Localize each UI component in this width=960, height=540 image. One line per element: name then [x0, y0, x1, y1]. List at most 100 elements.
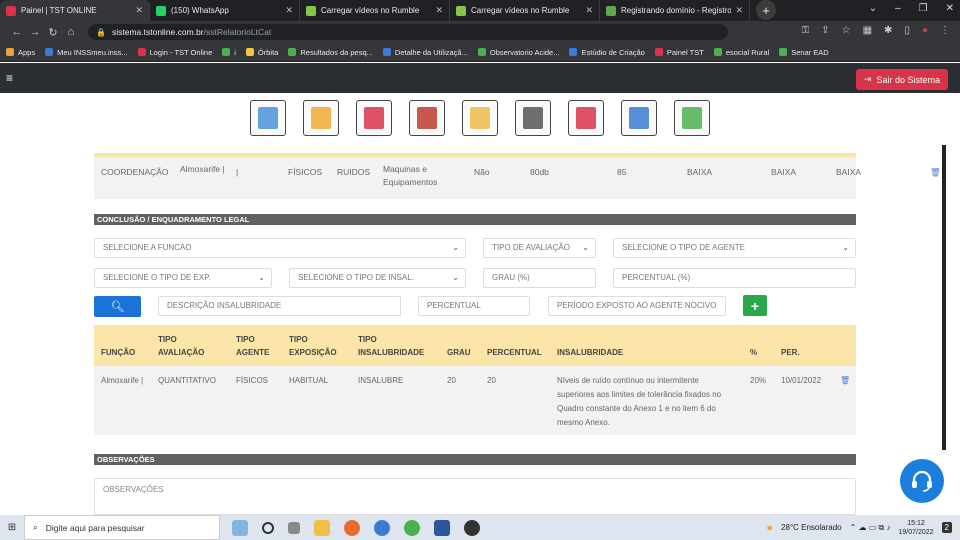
more-icon[interactable]: ⋮: [940, 25, 950, 36]
browser-tab[interactable]: Carregar vídeos no Rumble ✕: [300, 0, 450, 21]
close-icon[interactable]: ✕: [285, 5, 293, 16]
browser-tab[interactable]: Registrando domínio - Registro.br ✕: [600, 0, 750, 21]
grau-placeholder: GRAU (%): [492, 273, 530, 282]
app-icon[interactable]: [464, 519, 480, 536]
app-icon[interactable]: [374, 519, 390, 536]
close-icon[interactable]: ✕: [585, 5, 593, 16]
window-controls: ⌄ – ❐ ✕: [869, 3, 954, 14]
chrome-icon[interactable]: [404, 519, 420, 536]
bookmark-item[interactable]: Resultados da pesq...: [288, 48, 373, 57]
module-button[interactable]: [674, 100, 710, 136]
section-observacoes-title: OBSERVAÇÕES: [94, 454, 856, 465]
th-tipo-avaliacao: TIPO AVALIAÇÃO: [158, 335, 205, 357]
tipo-exp-select[interactable]: SELECIONE O TIPO DE EXP. ⌄: [94, 268, 272, 288]
clock[interactable]: 15:12 19/07/2022: [899, 519, 934, 537]
windows-start-icon[interactable]: ⊞: [0, 522, 24, 533]
close-icon[interactable]: ✕: [946, 3, 954, 14]
trash-icon[interactable]: 🗑: [840, 374, 850, 387]
module-button[interactable]: [515, 100, 551, 136]
module-button[interactable]: [250, 100, 286, 136]
extension-icon[interactable]: ▦: [863, 25, 872, 36]
weather-widget-icon[interactable]: [232, 519, 248, 536]
forward-icon[interactable]: →: [26, 26, 44, 38]
close-icon[interactable]: ✕: [435, 5, 443, 16]
bookmark-item[interactable]: Detalhe da Utilizaçã...: [382, 48, 468, 57]
bookmark-item[interactable]: Login - TST Online: [137, 48, 212, 57]
trash-icon[interactable]: 🗑: [930, 167, 941, 178]
percentual-placeholder: PERCENTUAL: [427, 301, 481, 310]
td-funcao: Almoxarife |: [101, 376, 144, 385]
back-icon[interactable]: ←: [8, 26, 26, 38]
percentual-pct-input[interactable]: PERCENTUAL (%): [613, 268, 856, 288]
add-button[interactable]: +: [743, 295, 767, 316]
url-path: /sstRelatorioLtCat: [203, 27, 272, 37]
tipo-avaliacao-select[interactable]: TIPO DE AVALIAÇÃO ⌄: [483, 238, 596, 258]
tipo-agente-select[interactable]: SELECIONE O TIPO DE AGENTE ⌄: [613, 238, 856, 258]
descricao-input[interactable]: DESCRIÇÃO INSALUBRIDADE: [158, 296, 401, 316]
share-icon[interactable]: ⇪: [821, 25, 829, 36]
periodo-placeholder: PERÍODO EXPOSTO AO AGENTE NOCIVO: [557, 301, 717, 310]
browser-tab[interactable]: Carregar vídeos no Rumble ✕: [450, 0, 600, 21]
word-icon[interactable]: [434, 519, 450, 536]
bookmark-item[interactable]: esocial Rural: [713, 48, 769, 57]
th-tipo-agente: TIPO AGENTE: [236, 335, 270, 357]
percentual-pct-placeholder: PERCENTUAL (%): [622, 273, 691, 282]
home-icon[interactable]: ⌂: [62, 26, 80, 38]
cortana-icon[interactable]: [262, 521, 274, 534]
td-tipo-avaliacao: QUANTITATIVO: [158, 376, 216, 385]
new-tab-button[interactable]: +: [756, 0, 776, 20]
module-button[interactable]: [462, 100, 498, 136]
module-button[interactable]: [409, 100, 445, 136]
search-button[interactable]: 🔍︎: [94, 296, 141, 317]
bookmark-item[interactable]: Meu INSSmeu.inss...: [45, 48, 128, 57]
url-field[interactable]: 🔒 sistema.tstonline.com.br/sstRelatorioL…: [88, 24, 728, 40]
th-tipo-exposicao: TIPO EXPOSIÇÃO: [289, 335, 337, 357]
close-icon[interactable]: ✕: [735, 5, 743, 16]
tray-icons[interactable]: ⌃ ☁ ▭ ⧉ ♪: [850, 523, 891, 533]
cell-sep: |: [236, 167, 239, 177]
bookmark-item[interactable]: i: [222, 48, 236, 57]
browser-tab[interactable]: Painel | TST ONLINE ✕: [0, 0, 150, 21]
maximize-icon[interactable]: ❐: [919, 3, 928, 14]
grau-input[interactable]: GRAU (%): [483, 268, 596, 288]
firefox-icon[interactable]: [344, 519, 360, 536]
close-icon[interactable]: ✕: [135, 5, 143, 16]
star-icon[interactable]: ☆: [842, 25, 851, 36]
tipo-insal-select[interactable]: SELECIONE O TIPO DE INSAL. ⌄: [289, 268, 466, 288]
search-icon: ⌕: [33, 522, 38, 532]
profile-icon[interactable]: ●: [922, 25, 928, 36]
funcao-select-label: SELECIONE A FUNCAO: [103, 243, 192, 252]
task-view-icon[interactable]: [288, 521, 300, 534]
bookmark-icon: [713, 48, 722, 56]
percentual-input[interactable]: PERCENTUAL: [418, 296, 530, 316]
periodo-input[interactable]: PERÍODO EXPOSTO AO AGENTE NOCIVO: [548, 296, 726, 316]
sidebar-icon[interactable]: ▯: [904, 25, 910, 36]
scrollbar[interactable]: [942, 145, 946, 450]
weather-text[interactable]: 28°C Ensolarado: [781, 523, 842, 532]
menu-icon[interactable]: ≡: [6, 71, 13, 85]
bookmark-label: Estúdio de Criação: [581, 47, 645, 57]
support-button[interactable]: [900, 459, 944, 503]
funcao-select[interactable]: SELECIONE A FUNCAO ⌄: [94, 238, 466, 258]
observacoes-textarea[interactable]: OBSERVAÇÕES: [94, 478, 856, 515]
taskbar-search-input[interactable]: ⌕ Digite aqui para pesquisar: [24, 515, 220, 540]
module-button[interactable]: [356, 100, 392, 136]
notification-icon[interactable]: 2: [941, 522, 952, 533]
minimize-icon[interactable]: –: [895, 3, 901, 14]
bookmark-item[interactable]: Órbita: [245, 48, 278, 57]
reload-icon[interactable]: ↻: [44, 26, 62, 39]
bookmark-item[interactable]: Painel TST: [654, 48, 704, 57]
module-button[interactable]: [568, 100, 604, 136]
bookmark-item[interactable]: Observatorio Acide...: [477, 48, 559, 57]
bookmark-item[interactable]: Apps: [6, 48, 35, 57]
puzzle-icon[interactable]: ✱: [884, 25, 892, 36]
logout-button[interactable]: ⇥ Sair do Sistema: [855, 69, 948, 90]
module-button[interactable]: [303, 100, 339, 136]
key-icon[interactable]: ⚿: [802, 25, 810, 36]
file-explorer-icon[interactable]: [314, 519, 330, 536]
bookmark-item[interactable]: Estúdio de Criação: [569, 47, 645, 57]
module-button[interactable]: [621, 100, 657, 136]
chevron-down-icon[interactable]: ⌄: [869, 3, 877, 14]
bookmark-item[interactable]: Senar EAD: [779, 48, 829, 57]
browser-tab[interactable]: (150) WhatsApp ✕: [150, 0, 300, 21]
